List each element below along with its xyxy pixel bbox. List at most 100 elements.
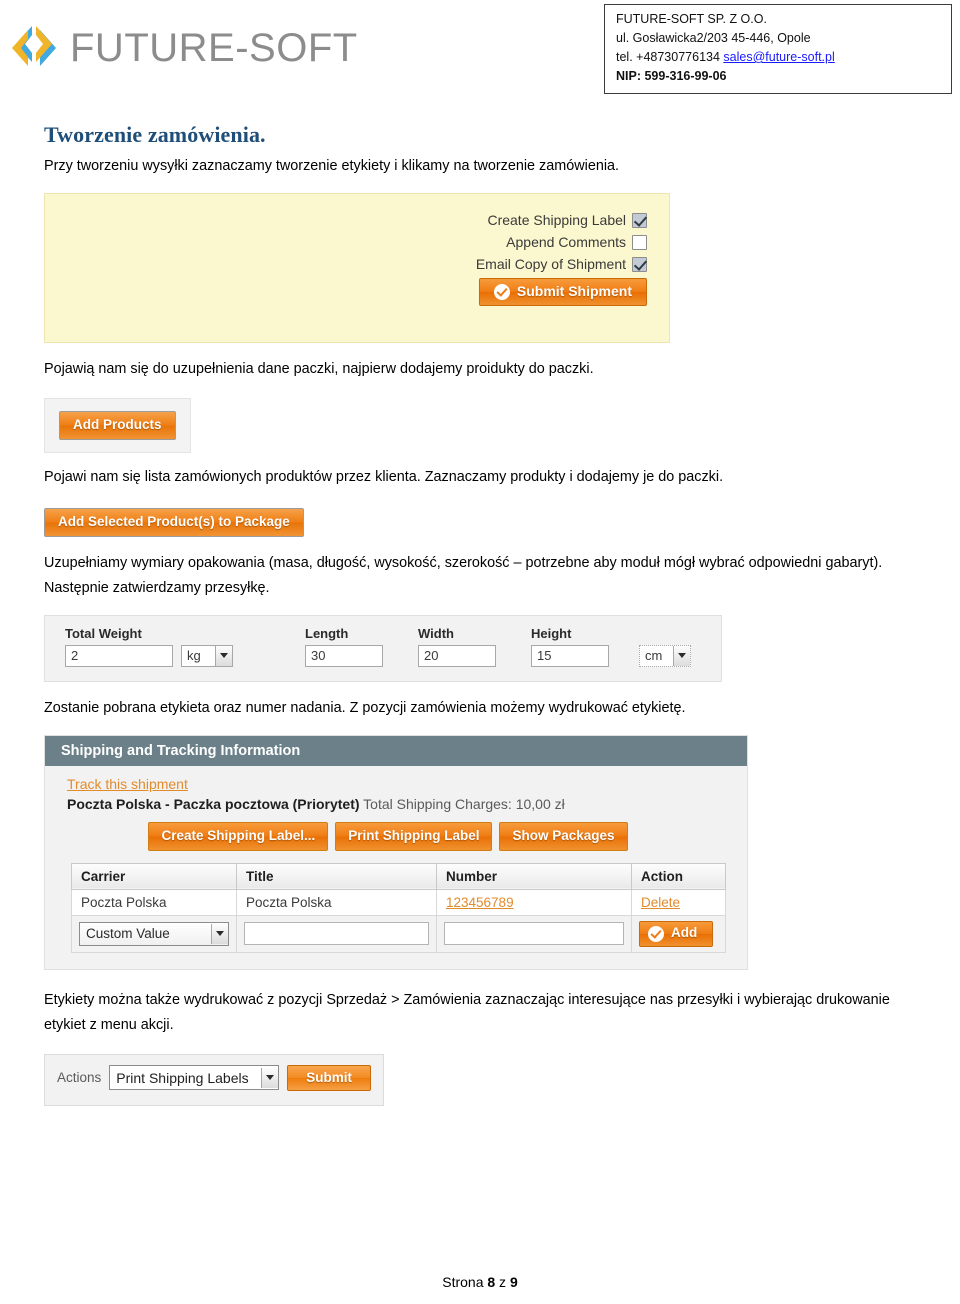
cell-number: 123456789	[436, 888, 632, 916]
custom-value-select[interactable]: Custom Value	[79, 921, 229, 946]
actions-submit-button[interactable]: Submit	[287, 1064, 372, 1092]
total-weight-input[interactable]: 2	[65, 644, 173, 667]
add-tracking-label: Add	[671, 925, 698, 941]
footer-current-page: 8	[487, 1274, 496, 1290]
table-row: Poczta Polska Poczta Polska 123456789 De…	[71, 888, 726, 916]
check-circle-icon	[648, 925, 664, 942]
email-copy-of-shipment-checkbox[interactable]	[632, 256, 647, 272]
checkbox-label: Create Shipping Label	[487, 212, 626, 228]
actions-select[interactable]: Print Shipping Labels	[109, 1065, 280, 1091]
company-nip: NIP: 599-316-99-06	[616, 69, 727, 83]
new-title-input[interactable]	[244, 922, 429, 946]
print-shipping-label-button[interactable]: Print Shipping Label	[335, 821, 493, 851]
length-input[interactable]: 30	[305, 644, 383, 667]
shipment-checkbox-group: Create Shipping Label Append Comments Em…	[476, 212, 647, 306]
chevron-down-icon	[673, 645, 690, 666]
chevron-down-icon	[215, 645, 232, 666]
screenshot-shipping-tracking: Shipping and Tracking Information Track …	[44, 734, 748, 970]
dimension-unit-select[interactable]: cm	[639, 644, 691, 667]
cell-number-input	[436, 914, 632, 953]
add-products-label: Add Products	[73, 417, 162, 432]
weight-unit-select[interactable]: kg	[181, 644, 233, 667]
create-shipping-label-checkbox[interactable]	[632, 212, 647, 228]
column-header-action: Action	[631, 862, 726, 890]
column-header-carrier: Carrier	[71, 862, 237, 890]
checkbox-label: Email Copy of Shipment	[475, 256, 626, 272]
add-selected-products-label: Add Selected Product(s) to Package	[58, 513, 290, 529]
delete-link[interactable]: Delete	[641, 895, 680, 910]
checkbox-row-email-copy[interactable]: Email Copy of Shipment	[476, 256, 647, 272]
height-input[interactable]: 15	[531, 644, 609, 667]
add-selected-products-button[interactable]: Add Selected Product(s) to Package	[44, 507, 304, 537]
diamond-chevron-logo-icon	[12, 26, 56, 66]
cell-title-input	[236, 914, 437, 953]
submit-shipment-label: Submit Shipment	[516, 283, 632, 300]
checkbox-row-append-comments[interactable]: Append Comments	[476, 234, 647, 250]
shipping-charges: Total Shipping Charges: 10,00 zł	[359, 795, 565, 812]
company-name: FUTURE-SOFT SP. Z O.O.	[616, 12, 767, 26]
chevron-down-icon	[211, 923, 228, 944]
paragraph-add-products: Pojawią nam się do uzupełnienia dane pac…	[44, 361, 594, 377]
width-group: Width 20	[418, 626, 496, 667]
tracking-button-row: Create Shipping Label... Print Shipping …	[67, 821, 729, 851]
actions-selected-value: Print Shipping Labels	[116, 1069, 249, 1086]
show-packages-button-label: Show Packages	[512, 827, 615, 843]
check-circle-icon	[493, 284, 510, 300]
add-tracking-button[interactable]: Add	[639, 920, 714, 947]
new-number-input[interactable]	[444, 922, 624, 946]
column-header-number: Number	[436, 862, 632, 890]
table-add-row: Custom Value Add	[71, 914, 726, 953]
length-label: Length	[305, 625, 349, 641]
company-phone: tel. +48730776134	[616, 50, 724, 64]
total-weight-group: Total Weight 2 kg	[65, 626, 233, 667]
company-email-link[interactable]: sales@future-soft.pl	[723, 50, 834, 64]
show-packages-button[interactable]: Show Packages	[499, 821, 628, 851]
total-weight-label: Total Weight	[65, 625, 142, 641]
submit-shipment-button[interactable]: Submit Shipment	[478, 278, 647, 306]
screenshot-package-dimensions: Total Weight 2 kg Length 30 Width 20 Hei…	[44, 614, 722, 682]
track-this-shipment-link[interactable]: Track this shipment	[67, 776, 188, 792]
width-label: Width	[418, 625, 454, 641]
table-header-row: Carrier Title Number Action	[71, 862, 726, 890]
screenshot-actions-bar: Actions Print Shipping Labels Submit	[44, 1053, 384, 1107]
brand-logo: FUTURE-SOFT	[8, 22, 358, 74]
carrier-name: Poczta Polska - Paczka pocztowa (Prioryt…	[67, 795, 360, 812]
cell-carrier-select: Custom Value	[71, 914, 237, 953]
append-comments-checkbox[interactable]	[632, 234, 647, 250]
create-shipping-label-button-label: Create Shipping Label...	[161, 827, 316, 843]
carrier-summary-line: Poczta Polska - Paczka pocztowa (Prioryt…	[67, 796, 729, 812]
paragraph-label-download: Zostanie pobrana etykieta oraz numer nad…	[44, 699, 686, 716]
paragraph-dimensions: Uzupełniamy wymiary opakowania (masa, dł…	[44, 554, 883, 596]
cell-carrier: Poczta Polska	[71, 888, 237, 916]
paragraph-intro: Przy tworzeniu wysyłki zaznaczamy tworze…	[44, 158, 620, 174]
company-contact-line: tel. +48730776134 sales@future-soft.pl	[616, 48, 951, 67]
actions-submit-label: Submit	[306, 1069, 353, 1085]
carrier-tracking-table: Carrier Title Number Action Poczta Polsk…	[71, 862, 726, 953]
tracking-number-link[interactable]: 123456789	[446, 895, 514, 910]
footer-total-pages: 9	[509, 1274, 518, 1290]
weight-unit-value: kg	[187, 648, 201, 664]
column-header-title: Title	[236, 862, 437, 890]
create-shipping-label-button[interactable]: Create Shipping Label...	[148, 821, 329, 851]
checkbox-row-create-shipping-label[interactable]: Create Shipping Label	[476, 212, 647, 228]
paragraph-bulk-print: Etykiety można także wydrukować z pozycj…	[44, 991, 890, 1033]
paragraph-select-products: Pojawi nam się lista zamówionych produkt…	[44, 468, 724, 485]
company-info-box: FUTURE-SOFT SP. Z O.O. ul. Gosławicka2/2…	[604, 4, 952, 94]
page-title: Tworzenie zamówienia.	[44, 122, 266, 147]
dimension-unit-value: cm	[645, 648, 663, 664]
screenshot-add-selected-products: Add Selected Product(s) to Package	[44, 507, 304, 537]
height-group: Height 15	[531, 626, 609, 667]
cell-title: Poczta Polska	[236, 888, 437, 916]
custom-value-selected: Custom Value	[86, 926, 170, 942]
document-content: Tworzenie zamówienia. Przy tworzeniu wys…	[0, 122, 960, 1107]
screenshot-shipment-options: Create Shipping Label Append Comments Em…	[44, 193, 670, 343]
width-input[interactable]: 20	[418, 644, 496, 667]
cell-add-button: Add	[631, 914, 726, 953]
add-products-button[interactable]: Add Products	[59, 411, 176, 440]
submit-shipment-row: Submit Shipment	[476, 278, 647, 306]
checkbox-label: Append Comments	[506, 234, 626, 250]
document-header: FUTURE-SOFT FUTURE-SOFT SP. Z O.O. ul. G…	[0, 0, 960, 100]
length-group: Length 30	[305, 626, 383, 667]
tracking-panel-title: Shipping and Tracking Information	[45, 735, 747, 766]
footer-middle: z	[495, 1274, 510, 1290]
